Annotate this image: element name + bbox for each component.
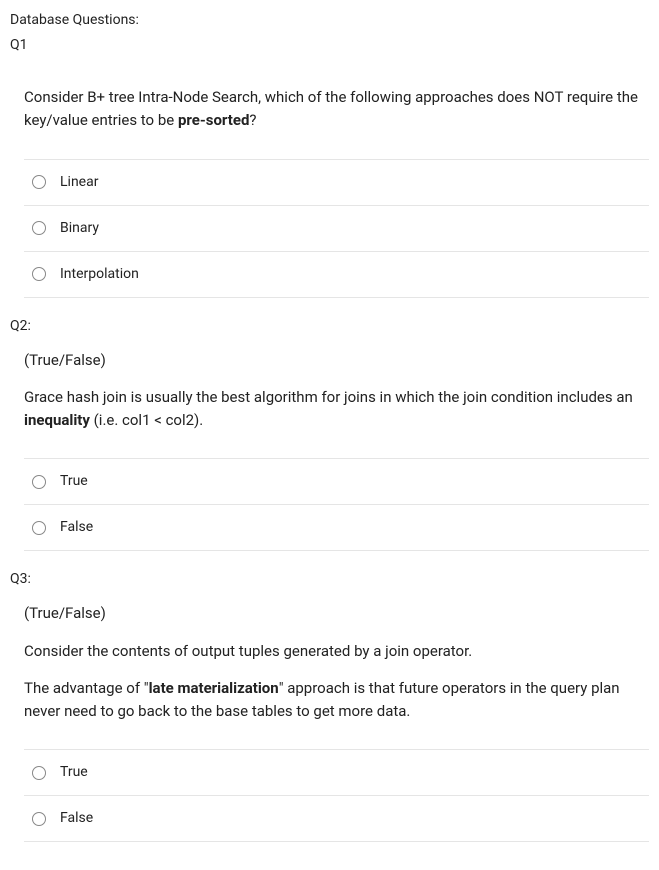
q2-tf: (True/False) (24, 349, 649, 372)
q3-tf: (True/False) (24, 602, 649, 625)
option-label: Interpolation (60, 264, 139, 285)
q3-label: Q3: (10, 569, 649, 590)
page-title: Database Questions: (10, 10, 649, 31)
radio-icon (32, 221, 46, 235)
question-3: Q3: (True/False) Consider the contents o… (10, 569, 649, 842)
q2-option-true[interactable]: True (24, 459, 649, 505)
option-label: False (60, 517, 93, 538)
q2-options: True False (24, 458, 649, 551)
radio-icon (32, 812, 46, 826)
q1-options: Linear Binary Interpolation (24, 159, 649, 298)
radio-icon (32, 521, 46, 535)
q1-text: Consider B+ tree Intra-Node Search, whic… (24, 86, 649, 133)
q3-options: True False (24, 749, 649, 842)
option-label: True (60, 762, 88, 783)
q3-p1: Consider the contents of output tuples g… (24, 640, 649, 663)
q3-option-true[interactable]: True (24, 750, 649, 796)
radio-icon (32, 475, 46, 489)
q1-option-binary[interactable]: Binary (24, 206, 649, 252)
radio-icon (32, 766, 46, 780)
question-2: Q2: (True/False) Grace hash join is usua… (10, 316, 649, 552)
q1-option-interpolation[interactable]: Interpolation (24, 252, 649, 298)
q2-text: (True/False) Grace hash join is usually … (24, 349, 649, 433)
q2-label: Q2: (10, 316, 649, 337)
option-label: Binary (60, 218, 99, 239)
radio-icon (32, 175, 46, 189)
option-label: False (60, 808, 93, 829)
q1-label: Q1 (10, 35, 649, 56)
q2-option-false[interactable]: False (24, 505, 649, 551)
q3-option-false[interactable]: False (24, 796, 649, 842)
radio-icon (32, 267, 46, 281)
option-label: True (60, 471, 88, 492)
q3-text: (True/False) Consider the contents of ou… (24, 602, 649, 723)
q1-option-linear[interactable]: Linear (24, 160, 649, 206)
option-label: Linear (60, 172, 98, 193)
question-1: Consider B+ tree Intra-Node Search, whic… (10, 86, 649, 298)
